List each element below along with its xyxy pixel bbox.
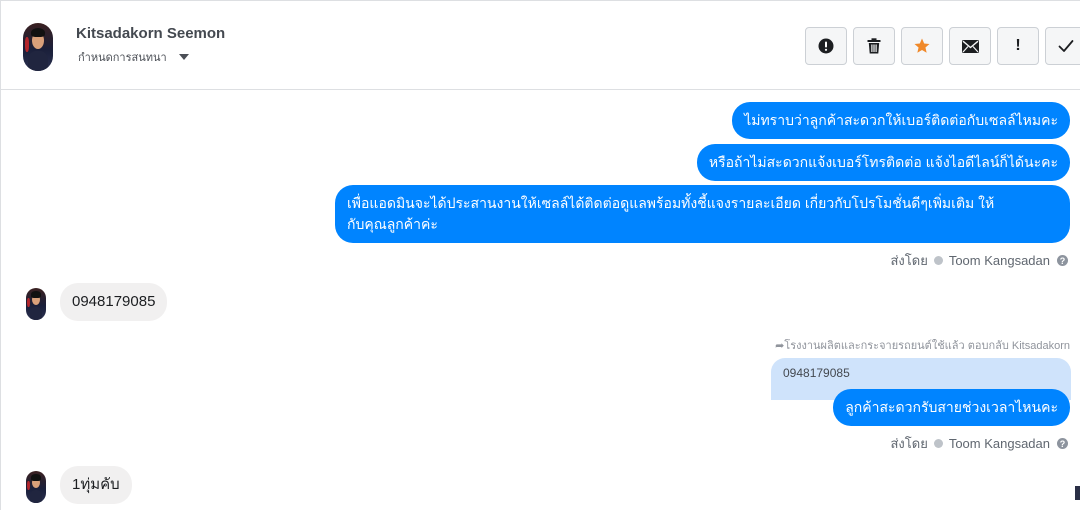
help-icon[interactable]: ? xyxy=(1057,255,1068,266)
outgoing-message[interactable]: ลูกค้าสะดวกรับสายช่วงเวลาไหนคะ xyxy=(833,389,1070,426)
sender-name[interactable]: Toom Kangsadan xyxy=(949,436,1050,451)
contact-avatar[interactable] xyxy=(26,471,46,503)
message-text: หรือถ้าไม่สะดวกแจ้งเบอร์โทรติดต่อ แจ้งไอ… xyxy=(708,154,1058,170)
exclamation-label: ! xyxy=(1015,37,1021,54)
reply-header: ➦โรงงานผลิตและกระจายรถยนต์ใช้แล้ว ตอบกลั… xyxy=(775,336,1070,354)
incoming-message[interactable]: 1ทุ่มคับ xyxy=(60,466,132,504)
outgoing-message[interactable]: เพื่อแอดมินจะได้ประสานงานให้เซลล์ได้ติดต… xyxy=(335,185,1070,243)
contact-name[interactable]: Kitsadakorn Seemon xyxy=(76,25,225,42)
incoming-message[interactable]: 0948179085 xyxy=(60,283,168,321)
delete-button[interactable] xyxy=(853,27,895,65)
trash-icon xyxy=(867,38,881,54)
conversation-toolbar: ! xyxy=(805,27,1080,65)
mark-done-button[interactable] xyxy=(1045,27,1080,65)
conversation-schedule-dropdown[interactable]: กำหนดการสนทนา xyxy=(78,48,189,66)
reply-header-text: โรงงานผลิตและกระจายรถยนต์ใช้แล้ว ตอบกลับ… xyxy=(784,340,1070,352)
message-text: 1ทุ่มคับ xyxy=(72,476,120,493)
schedule-label: กำหนดการสนทนา xyxy=(78,52,167,64)
star-button[interactable] xyxy=(901,27,943,65)
message-text: 0948179085 xyxy=(72,293,156,310)
outgoing-message[interactable]: หรือถ้าไม่สะดวกแจ้งเบอร์โทรติดต่อ แจ้งไอ… xyxy=(696,144,1070,181)
seen-avatar-thumbnail xyxy=(1075,486,1080,500)
sent-by-line: ส่งโดย Toom Kangsadan ? xyxy=(890,433,1068,454)
caret-down-icon xyxy=(178,54,189,60)
conversation-header: Kitsadakorn Seemon กำหนดการสนทนา ! xyxy=(1,0,1080,90)
mark-unread-button[interactable] xyxy=(949,27,991,65)
mark-spam-button[interactable] xyxy=(805,27,847,65)
contact-avatar[interactable] xyxy=(26,288,46,320)
outgoing-message[interactable]: ไม่ทราบว่าลูกค้าสะดวกให้เบอร์ติดต่อกับเซ… xyxy=(732,102,1070,139)
sent-by-prefix: ส่งโดย xyxy=(890,253,928,268)
alert-circle-icon xyxy=(818,38,834,54)
sender-avatar-icon xyxy=(933,439,943,448)
contact-avatar[interactable] xyxy=(23,23,53,71)
sender-avatar-icon xyxy=(933,256,943,265)
message-text: ไม่ทราบว่าลูกค้าสะดวกให้เบอร์ติดต่อกับเซ… xyxy=(744,112,1058,128)
message-text-line: เพื่อแอดมินจะได้ประสานงานให้เซลล์ได้ติดต… xyxy=(347,195,995,211)
sent-by-prefix: ส่งโดย xyxy=(890,436,928,451)
help-icon[interactable]: ? xyxy=(1057,438,1068,449)
checkmark-icon xyxy=(1058,40,1074,52)
quoted-text: 0948179085 xyxy=(783,366,850,380)
message-text: ลูกค้าสะดวกรับสายช่วงเวลาไหนคะ xyxy=(845,399,1058,415)
sent-by-line: ส่งโดย Toom Kangsadan ? xyxy=(890,250,1068,271)
conversation-view: Kitsadakorn Seemon กำหนดการสนทนา ! ไม่ทร… xyxy=(0,0,1080,510)
sender-name[interactable]: Toom Kangsadan xyxy=(949,253,1050,268)
message-text-line: กับคุณลูกค้าค่ะ xyxy=(347,216,438,232)
star-icon xyxy=(914,38,930,53)
important-button[interactable]: ! xyxy=(997,27,1039,65)
reply-arrow-icon: ➦ xyxy=(775,340,785,352)
envelope-icon xyxy=(961,39,979,53)
